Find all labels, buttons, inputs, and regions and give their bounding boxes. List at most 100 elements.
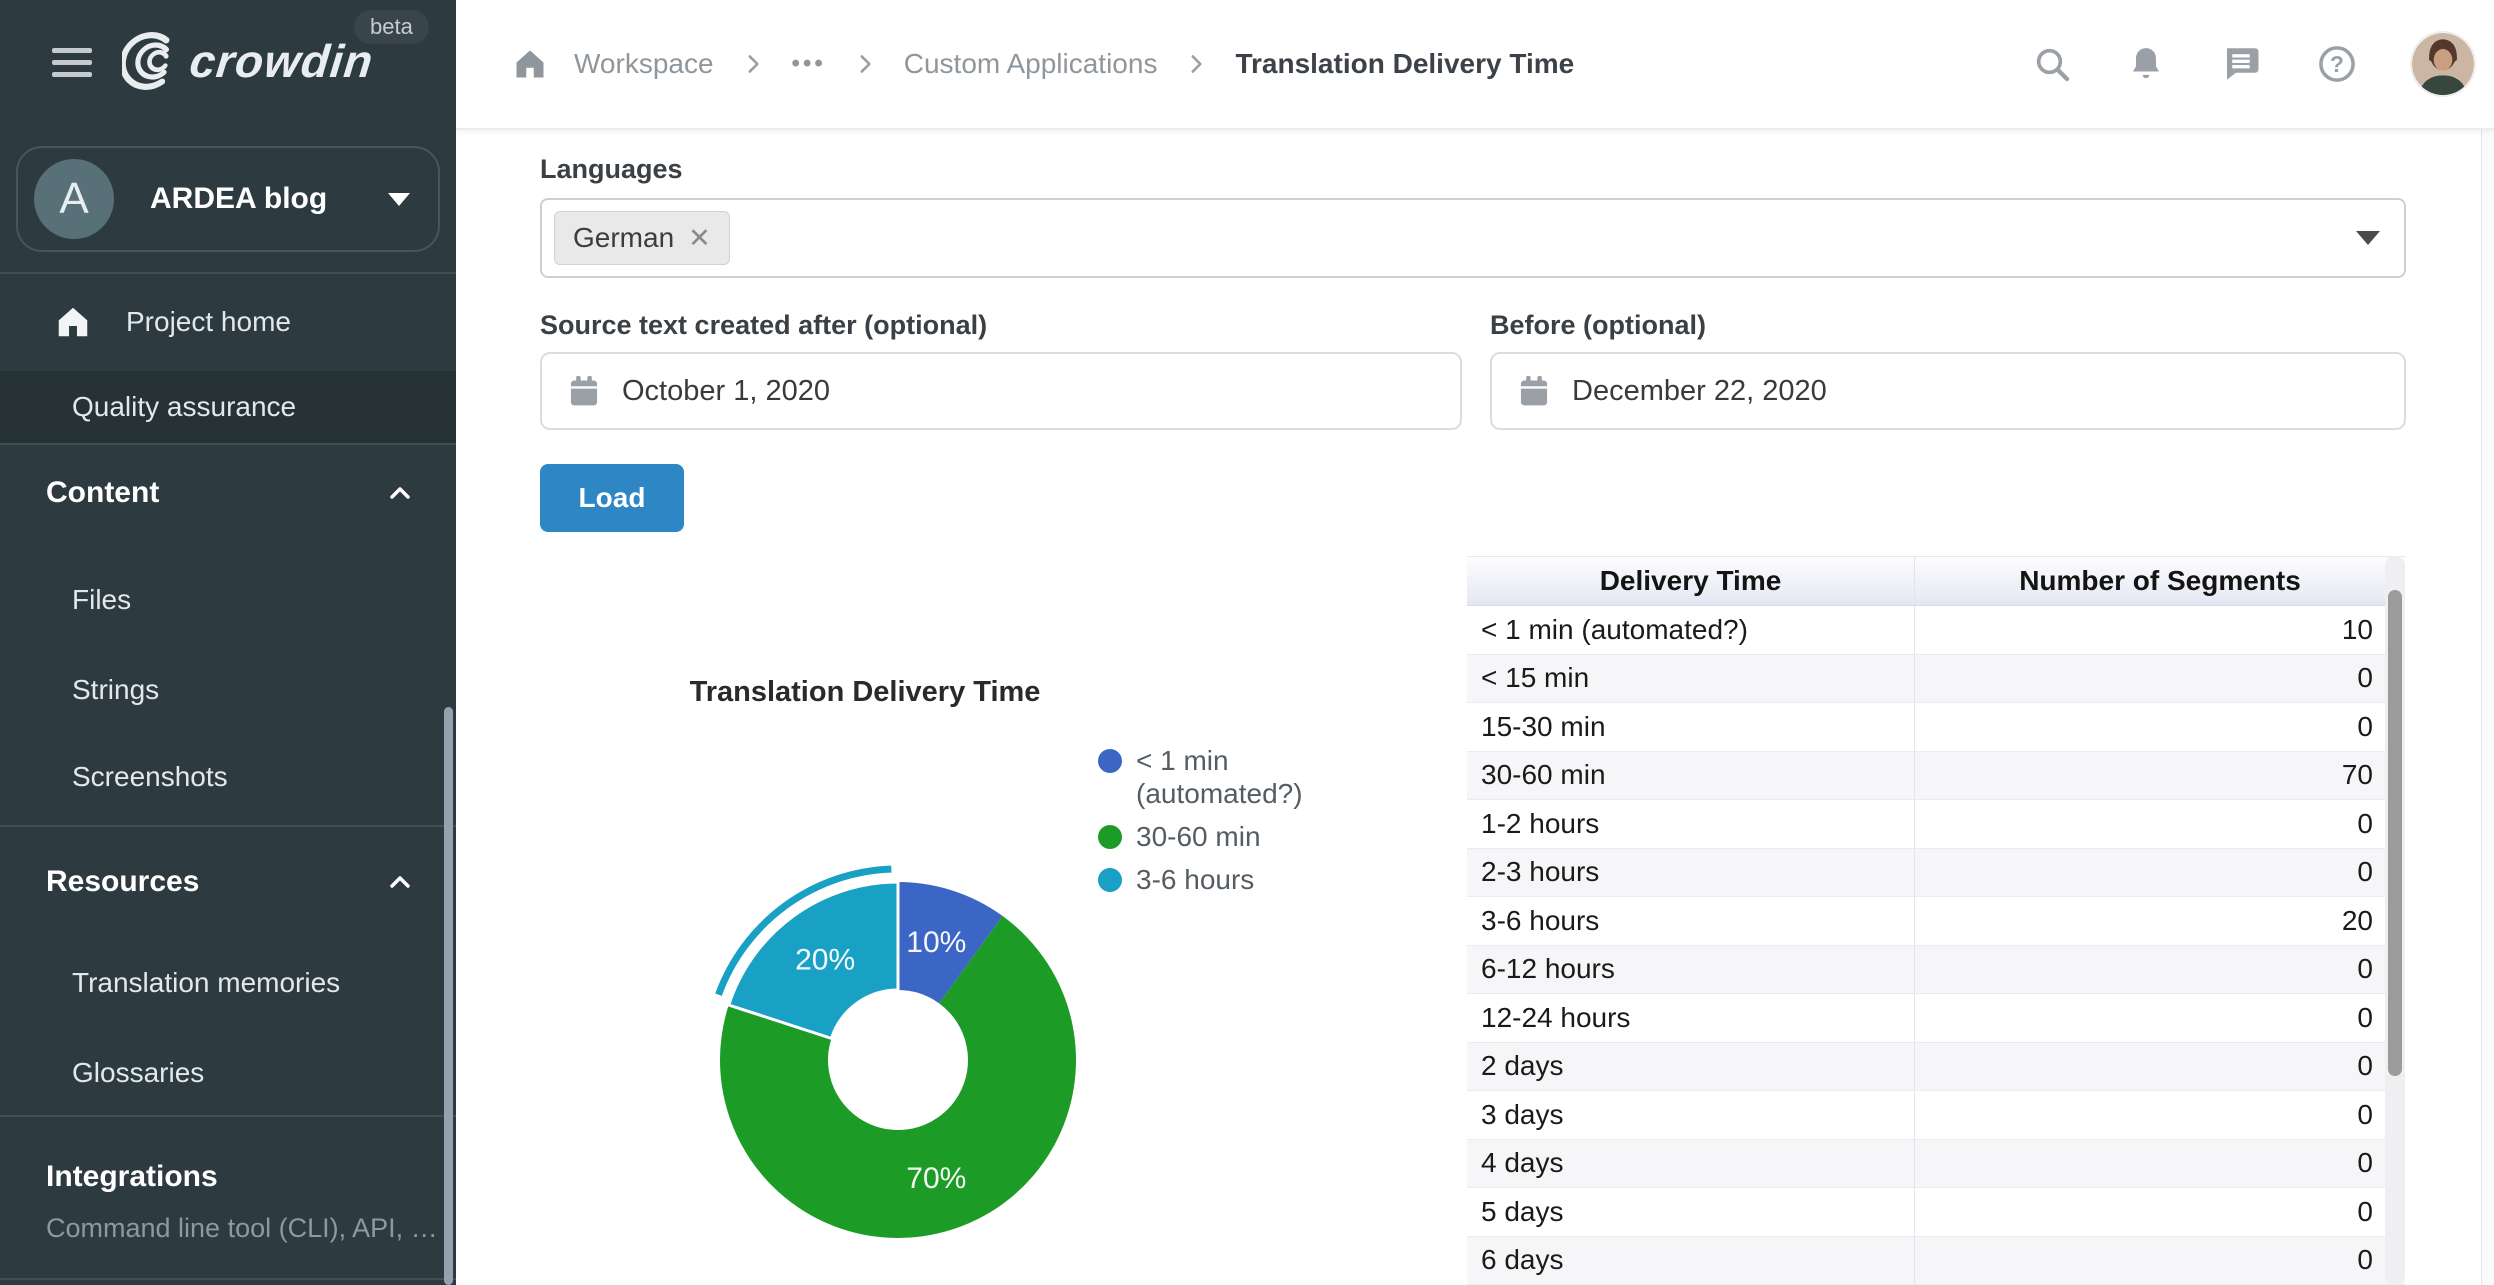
table-scrollbar-track[interactable] [2385,556,2405,1285]
sidebar-item-quality-assurance[interactable]: Quality assurance [0,371,456,443]
cell-number-of-segments: 0 [1915,1043,2405,1091]
legend-dot-icon [1098,749,1122,773]
slice-percent-label: 20% [795,944,855,977]
load-button[interactable]: Load [540,464,684,532]
page-scrollbar[interactable] [2481,130,2494,1285]
project-name: ARDEA blog [150,182,388,216]
sidebar-section-content[interactable]: Content [0,443,456,543]
legend-item[interactable]: 3-6 hours [1098,863,1428,896]
crowdin-logo-mark [122,30,184,92]
table-row[interactable]: 6 days0 [1467,1237,2405,1285]
table-row[interactable]: 2-3 hours0 [1467,849,2405,898]
user-avatar[interactable] [2412,33,2474,95]
project-selector[interactable]: A ARDEA blog [16,146,440,252]
table-header: Delivery Time Number of Segments [1467,556,2405,606]
cell-delivery-time: < 15 min [1467,655,1915,703]
before-date-input[interactable]: December 22, 2020 [1490,352,2406,430]
cell-delivery-time: 6 days [1467,1237,1915,1285]
legend-label: 3-6 hours [1136,863,1254,896]
cell-delivery-time: 5 days [1467,1188,1915,1236]
calendar-icon [1518,374,1550,408]
cell-number-of-segments: 70 [1915,752,2405,800]
cell-number-of-segments: 0 [1915,800,2405,848]
sidebar-top: beta crowdin [0,0,456,130]
sidebar-section-resources[interactable]: Resources [0,832,456,932]
cell-delivery-time: 12-24 hours [1467,994,1915,1042]
sidebar-item-glossaries[interactable]: Glossaries [0,1033,456,1113]
legend-label: < 1 min(automated?) [1136,744,1303,810]
sidebar-scrollbar[interactable] [444,707,453,1285]
close-icon[interactable]: ✕ [688,225,711,252]
column-header-number-of-segments[interactable]: Number of Segments [1915,557,2405,605]
sidebar: beta crowdin A ARDEA blog [0,0,456,1285]
cell-number-of-segments: 10 [1915,606,2405,654]
sidebar-section-integrations[interactable]: Integrations [0,1127,456,1227]
search-icon[interactable] [2032,44,2072,84]
cell-number-of-segments: 0 [1915,1237,2405,1285]
home-icon[interactable] [512,46,548,82]
table-row[interactable]: 2 days0 [1467,1043,2405,1092]
sidebar-item-label: Translation memories [72,967,340,999]
divider [0,825,456,827]
table-row[interactable]: < 15 min0 [1467,655,2405,704]
app-window: beta crowdin A ARDEA blog [0,0,2494,1285]
crowdin-logo-text: crowdin [187,34,376,88]
sidebar-item-label: Quality assurance [72,391,296,423]
cell-number-of-segments: 0 [1915,994,2405,1042]
segments-table: Delivery Time Number of Segments < 1 min… [1467,556,2405,1285]
cell-delivery-time: 4 days [1467,1140,1915,1188]
sidebar-item-label: Project home [126,306,291,338]
legend-item[interactable]: < 1 min(automated?) [1098,744,1428,810]
cell-delivery-time: 3-6 hours [1467,897,1915,945]
top-bar: Workspace ••• Custom Applications Transl… [456,0,2494,130]
column-header-delivery-time[interactable]: Delivery Time [1467,557,1915,605]
table-row[interactable]: 3 days0 [1467,1091,2405,1140]
chevron-right-icon [852,51,878,77]
table-row[interactable]: 1-2 hours0 [1467,800,2405,849]
cell-number-of-segments: 0 [1915,655,2405,703]
caret-down-icon [388,193,410,206]
breadcrumb-workspace[interactable]: Workspace [574,48,714,80]
after-date-value: October 1, 2020 [622,375,830,408]
table-row[interactable]: 30-60 min70 [1467,752,2405,801]
calendar-icon [568,374,600,408]
sidebar-item-label: Files [72,584,131,616]
table-row[interactable]: 6-12 hours0 [1467,946,2405,995]
menu-icon[interactable] [52,48,92,78]
integrations-subtitle: Command line tool (CLI), API, … [46,1213,438,1244]
project-avatar: A [34,159,114,239]
legend-dot-icon [1098,825,1122,849]
table-row[interactable]: 15-30 min0 [1467,703,2405,752]
breadcrumb: Workspace ••• Custom Applications Transl… [512,0,1574,128]
sidebar-item-strings[interactable]: Strings [0,650,456,730]
cell-delivery-time: 1-2 hours [1467,800,1915,848]
sidebar-item-project-home[interactable]: Project home [0,272,456,371]
sidebar-item-label: Glossaries [72,1057,204,1089]
legend-item[interactable]: 30-60 min [1098,820,1428,853]
help-icon[interactable]: ? [2316,43,2358,85]
section-label: Content [46,476,159,510]
bell-icon[interactable] [2126,44,2166,84]
cell-delivery-time: 3 days [1467,1091,1915,1139]
table-row[interactable]: 5 days0 [1467,1188,2405,1237]
sidebar-item-screenshots[interactable]: Screenshots [0,737,456,817]
table-row[interactable]: 12-24 hours0 [1467,994,2405,1043]
legend-label: 30-60 min [1136,820,1261,853]
crowdin-logo[interactable]: crowdin [122,30,373,92]
slice-percent-label: 10% [906,926,966,959]
breadcrumb-custom-applications[interactable]: Custom Applications [904,48,1158,80]
table-scrollbar-thumb[interactable] [2388,590,2402,1076]
sidebar-item-label: Strings [72,674,159,706]
chevron-up-icon [384,866,416,898]
after-date-input[interactable]: October 1, 2020 [540,352,1462,430]
languages-select[interactable]: German✕ [540,198,2406,278]
table-row[interactable]: < 1 min (automated?)10 [1467,606,2405,655]
sidebar-item-files[interactable]: Files [0,560,456,640]
table-row[interactable]: 4 days0 [1467,1140,2405,1189]
cell-number-of-segments: 0 [1915,849,2405,897]
table-row[interactable]: 3-6 hours20 [1467,897,2405,946]
sidebar-item-translation-memories[interactable]: Translation memories [0,943,456,1023]
donut-chart[interactable]: 10%70%20% [688,850,1108,1270]
chat-icon[interactable] [2220,43,2262,85]
breadcrumb-ellipsis[interactable]: ••• [792,50,826,78]
